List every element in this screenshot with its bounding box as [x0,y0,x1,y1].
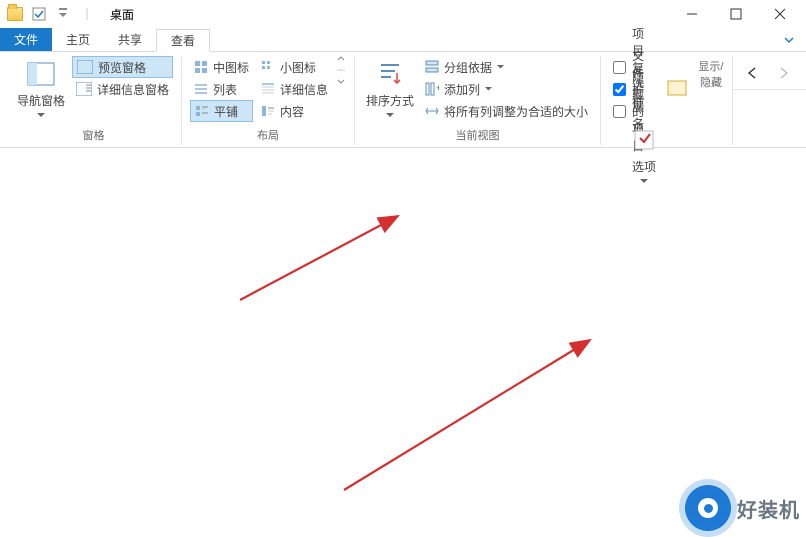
titlebar: 桌面 [0,0,806,28]
medium-icons-icon [194,60,208,74]
qat-separator [76,3,98,25]
group-panes: 导航窗格 预览窗格 详细信息窗格 窗格 [6,56,182,145]
sizecols-button[interactable]: 将所有列调整为合适的大小 [421,100,592,122]
tab-view[interactable]: 查看 [156,29,210,52]
sort-icon [374,60,406,88]
close-button[interactable] [758,0,802,28]
details-icon [261,82,275,96]
addcol-icon: + [425,82,439,96]
watermark: 好装机 [685,485,800,531]
group-layout: 中图标 列表 平铺 小图标 详细信息 内容 布局 [182,56,355,145]
chk-hidden-items[interactable]: 隐藏的项目 [609,100,658,122]
list-icon [194,82,208,96]
addcol-button[interactable]: +添加列 [421,78,592,100]
sort-button[interactable]: 排序方式 [363,56,417,122]
layout-gallery-scroll[interactable] [336,56,346,84]
details-pane-button[interactable]: 详细信息窗格 [72,78,173,100]
watermark-text: 好装机 [737,494,800,523]
content-icon [261,104,275,118]
tab-home[interactable]: 主页 [52,28,104,51]
watermark-logo-icon [685,485,731,531]
chevron-down-icon [640,179,648,184]
forward-button[interactable] [771,61,795,85]
groupby-button[interactable]: 分组依据 [421,56,592,78]
chevron-down-icon [386,113,394,118]
layout-details[interactable]: 详细信息 [257,78,332,100]
group-label-current: 当前视图 [363,125,592,145]
address-row: › 此电脑 › 桌面 在 桌面 中搜索 [733,56,806,90]
preview-pane-button[interactable]: 预览窗格 [72,56,173,78]
folder-icon [4,3,26,25]
ribbon-collapse[interactable] [772,28,806,51]
qat-checkbox[interactable] [28,3,50,25]
nav-pane-button[interactable]: 导航窗格 [14,56,68,122]
options-button[interactable]: 选项 [617,122,671,188]
maximize-button[interactable] [714,0,758,28]
ribbon: 导航窗格 预览窗格 详细信息窗格 窗格 中图标 列表 平铺 [0,52,806,148]
layout-content[interactable]: 内容 [257,100,332,122]
hide-selected-button[interactable]: 隐藏所选项目 [662,56,694,122]
preview-pane-icon [77,60,93,74]
recent-dropdown[interactable] [801,61,806,85]
groupby-icon [425,60,439,74]
hide-icon: 隐藏所选项目 [662,75,694,103]
back-button[interactable] [741,61,765,85]
group-options: 选项 [609,122,724,204]
group-label-layout: 布局 [190,125,346,145]
layout-list[interactable]: 列表 [190,78,253,100]
small-icons-icon [261,60,275,74]
options-icon [628,126,660,154]
layout-tiles[interactable]: 平铺 [190,100,253,122]
ribbon-tabs: 文件 主页 共享 查看 [0,28,806,52]
layout-small[interactable]: 小图标 [257,56,332,78]
minimize-button[interactable] [670,0,714,28]
group-label-panes: 窗格 [14,125,173,145]
qat-dropdown[interactable] [52,3,74,25]
sizecols-icon [425,104,439,118]
nav-pane-icon [25,60,57,88]
layout-medium[interactable]: 中图标 [190,56,253,78]
group-label-showhide: 显示/隐藏 [698,56,724,92]
tiles-icon [195,104,209,118]
group-current: 排序方式 分组依据 +添加列 将所有列调整为合适的大小 当前视图 [355,56,601,145]
chevron-down-icon [37,113,45,118]
window-title: 桌面 [110,6,134,23]
svg-text:+: + [436,83,439,93]
details-pane-icon [76,82,92,96]
tab-share[interactable]: 共享 [104,28,156,51]
tab-file[interactable]: 文件 [0,28,52,51]
group-showhide: 项目复选框 文件扩展名 隐藏的项目 隐藏所选项目 显示/隐藏 选项 [601,56,733,145]
